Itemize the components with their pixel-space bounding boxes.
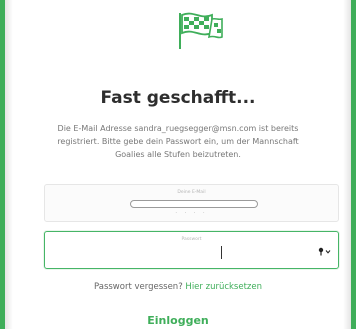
login-card: Fast geschafft... Die E-Mail Adresse san…	[13, 0, 343, 329]
email-value[interactable]	[130, 200, 258, 208]
key-dropdown-icon[interactable]	[318, 247, 332, 256]
reset-link[interactable]: Hier zurücksetzen	[185, 282, 262, 292]
password-label: Passwort	[181, 237, 202, 242]
email-label: Deine E-Mail	[177, 190, 206, 195]
forgot-password-row: Passwort vergessen? Hier zurücksetzen	[13, 282, 343, 292]
right-window-edge	[351, 0, 356, 329]
page-title: Fast geschafft...	[100, 88, 256, 108]
password-input[interactable]	[105, 244, 278, 260]
checkered-flag-icon	[179, 12, 223, 49]
email-field[interactable]: Deine E-Mail · · · ·	[44, 184, 339, 222]
login-button[interactable]: Einloggen	[147, 314, 208, 327]
description-text: Die E-Mail Adresse sandra_ruegsegger@msn…	[57, 124, 299, 159]
email-placeholder-dots: · · · ·	[175, 210, 208, 216]
password-field[interactable]: Passwort	[44, 231, 339, 269]
forgot-text: Passwort vergessen?	[94, 282, 183, 292]
text-caret	[221, 246, 222, 259]
